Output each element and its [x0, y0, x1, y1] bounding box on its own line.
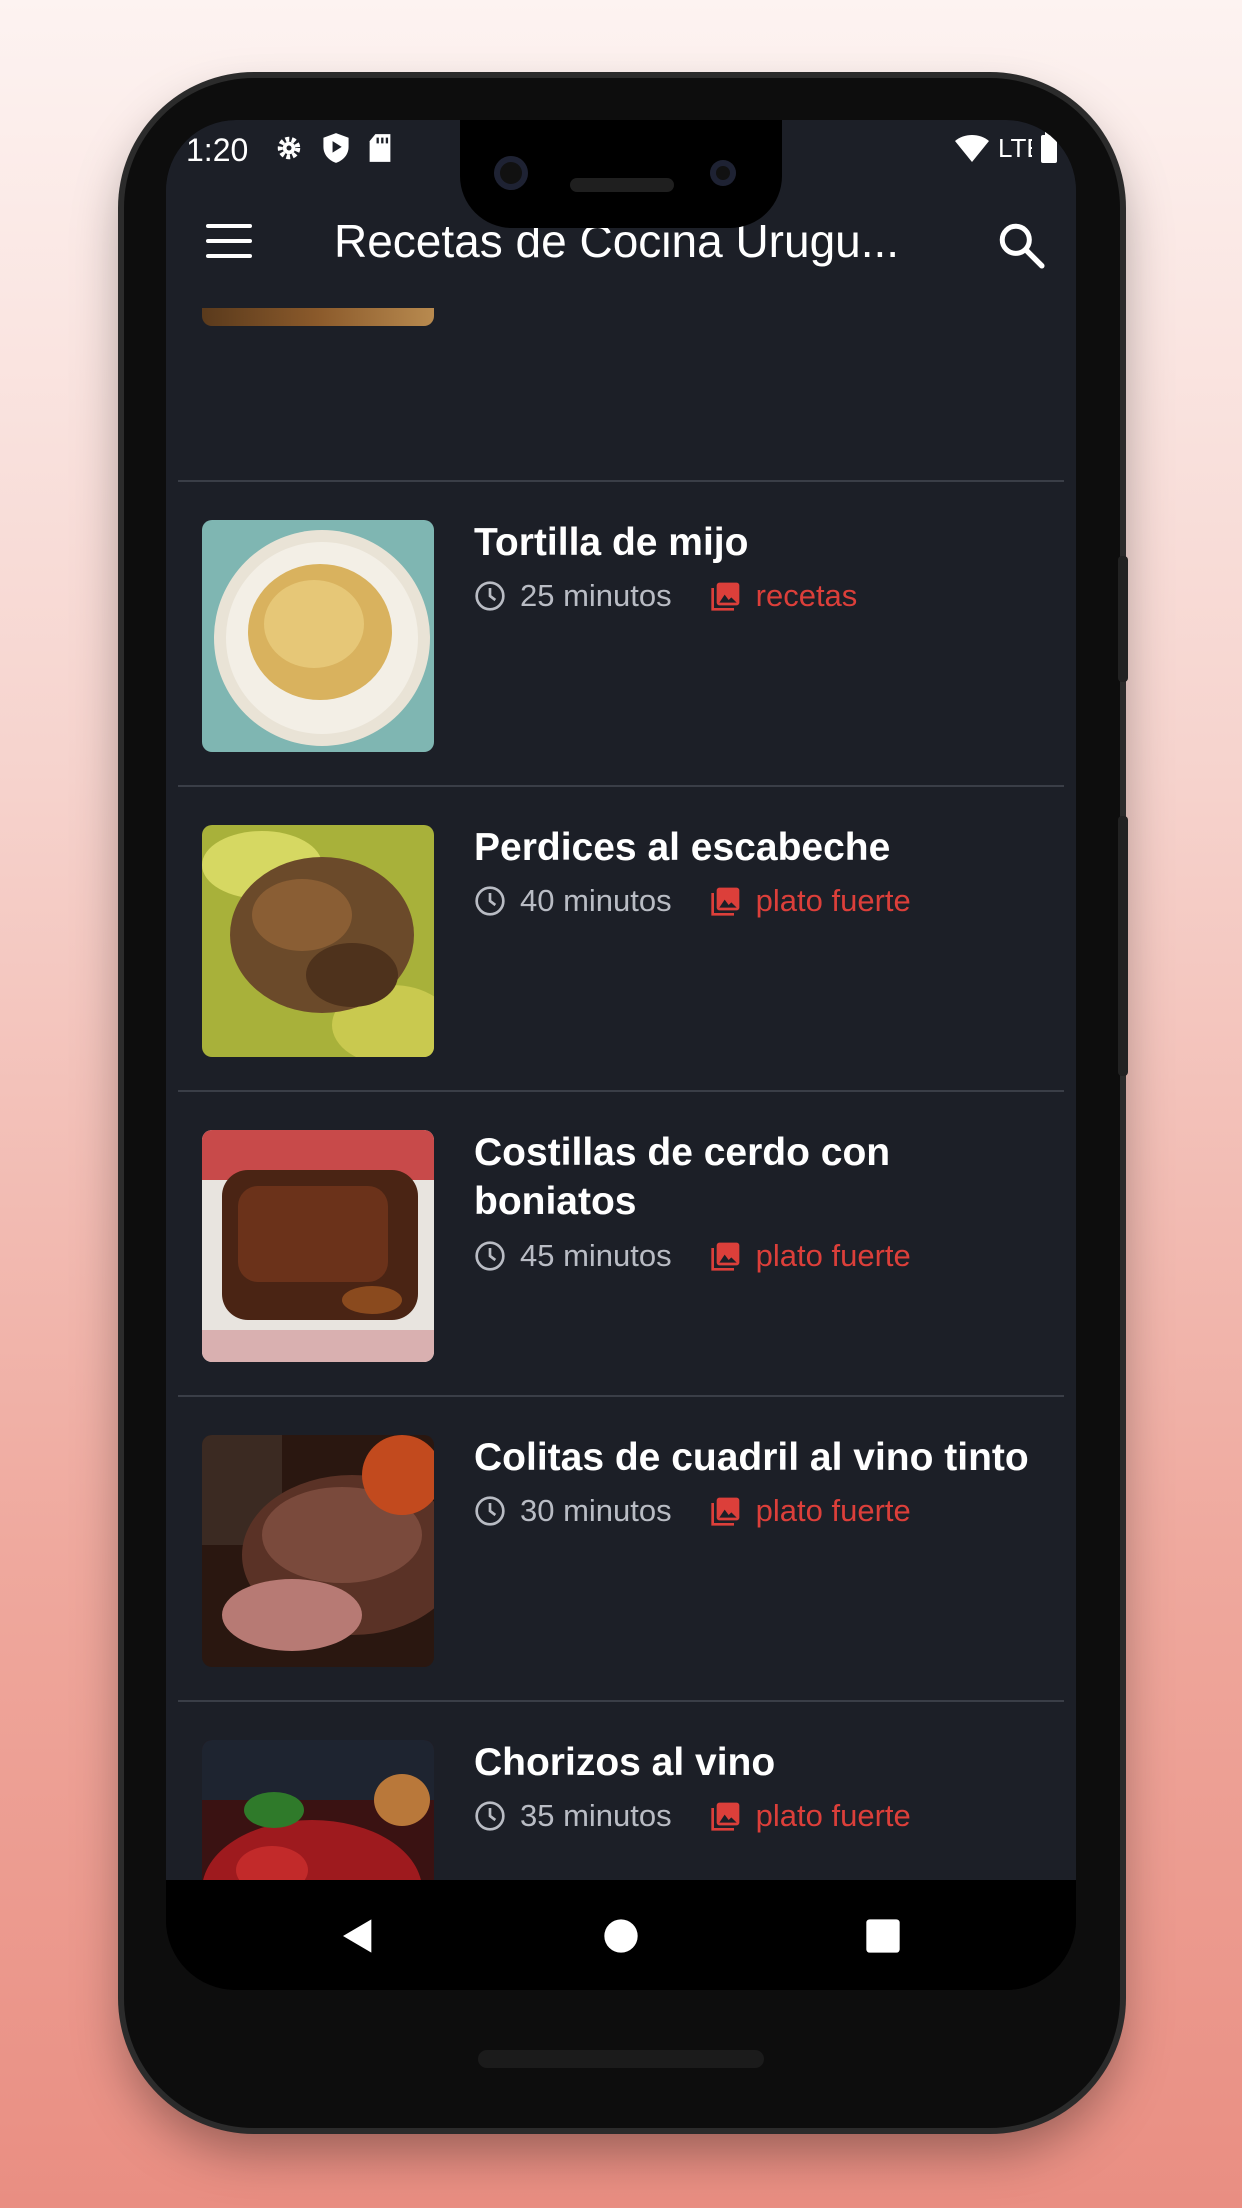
volume-button: [1118, 816, 1128, 1076]
recent-apps-icon[interactable]: [863, 1916, 903, 1956]
sd-card-icon: [369, 134, 391, 162]
recipe-image: [202, 520, 434, 752]
app-surface: 1:20 LTE Recetas de Cocina Urugu...: [166, 120, 1076, 1880]
recipe-meta: 35 minutos plato fuerte: [474, 1796, 911, 1836]
recipe-category[interactable]: recetas: [756, 578, 858, 614]
image-icon: [710, 1242, 739, 1271]
recipe-category[interactable]: plato fuerte: [756, 1493, 911, 1529]
recipe-title: Costillas de cerdo con boniatos: [474, 1131, 891, 1223]
earpiece-speaker: [570, 178, 674, 192]
front-camera: [494, 156, 528, 190]
recipe-meta: 45 minutos plato fuerte: [474, 1236, 911, 1276]
front-sensor: [710, 160, 736, 186]
image-icon: [710, 887, 739, 916]
recipe-item[interactable]: Colitas de cuadril al vino tinto 30 minu…: [166, 1397, 1076, 1701]
back-icon[interactable]: [338, 1916, 378, 1956]
clock-icon: [475, 1241, 505, 1271]
device-screen: 1:20 LTE Recetas de Cocina Urugu...: [166, 120, 1076, 1990]
wifi-icon: [955, 135, 989, 162]
recipe-time: 30 minutos: [520, 1493, 672, 1528]
recipe-title: Perdices al escabeche: [474, 826, 891, 869]
recipe-title: Chorizos al vino: [474, 1741, 776, 1784]
recipe-item[interactable]: Costillas de cerdo con boniatos 45 minut…: [166, 1092, 1076, 1396]
recipe-category[interactable]: plato fuerte: [756, 1798, 911, 1834]
recipe-category[interactable]: plato fuerte: [756, 1238, 911, 1274]
recipe-image: [202, 825, 434, 1057]
image-icon: [710, 1802, 739, 1831]
menu-icon: [206, 224, 252, 228]
status-icons-right: LTE: [954, 132, 1058, 164]
image-icon: [710, 582, 739, 611]
menu-button[interactable]: [206, 224, 252, 260]
recipe-meta: 40 minutos plato fuerte: [474, 881, 911, 921]
recipe-time: 25 minutos: [520, 578, 672, 613]
clock-icon: [475, 581, 505, 611]
recipe-title: Colitas de cuadril al vino tinto: [474, 1436, 1029, 1479]
recipe-image: [202, 1435, 434, 1667]
recipe-time: 35 minutos: [520, 1798, 672, 1833]
recipe-category[interactable]: plato fuerte: [756, 883, 911, 919]
chin-speaker: [478, 2050, 764, 2068]
recipe-list[interactable]: Tortilla de mijo 25 minutos recetas Perd…: [166, 308, 1076, 1880]
clock-icon: [475, 886, 505, 916]
power-button: [1118, 556, 1128, 682]
previous-recipe-image: [202, 308, 434, 326]
clock-icon: [475, 1801, 505, 1831]
recipe-item[interactable]: Chorizos al vino 35 minutos plato fuerte: [166, 1702, 1076, 1880]
settings-icon: [277, 136, 301, 160]
network-label: LTE: [998, 132, 1032, 163]
battery-icon: [1041, 132, 1057, 163]
status-icons-left: [274, 132, 392, 164]
clock-icon: [475, 1496, 505, 1526]
recipe-title: Tortilla de mijo: [474, 521, 749, 564]
search-icon[interactable]: [996, 220, 1046, 270]
recipe-item[interactable]: Perdices al escabeche 40 minutos plato f…: [166, 787, 1076, 1091]
navigation-bar: [166, 1880, 1076, 1990]
recipe-meta: 25 minutos recetas: [474, 576, 857, 616]
recipe-meta: 30 minutos plato fuerte: [474, 1491, 911, 1531]
status-time: 1:20: [186, 132, 249, 168]
recipe-image: [202, 1130, 434, 1362]
recipe-time: 40 minutos: [520, 883, 672, 918]
image-icon: [710, 1497, 739, 1526]
recipe-image: [202, 1740, 434, 1880]
recipe-item[interactable]: Tortilla de mijo 25 minutos recetas: [166, 482, 1076, 786]
recipe-time: 45 minutos: [520, 1238, 672, 1273]
play-protect-icon: [323, 133, 349, 163]
home-icon[interactable]: [601, 1916, 641, 1956]
camera-notch: [460, 120, 782, 228]
